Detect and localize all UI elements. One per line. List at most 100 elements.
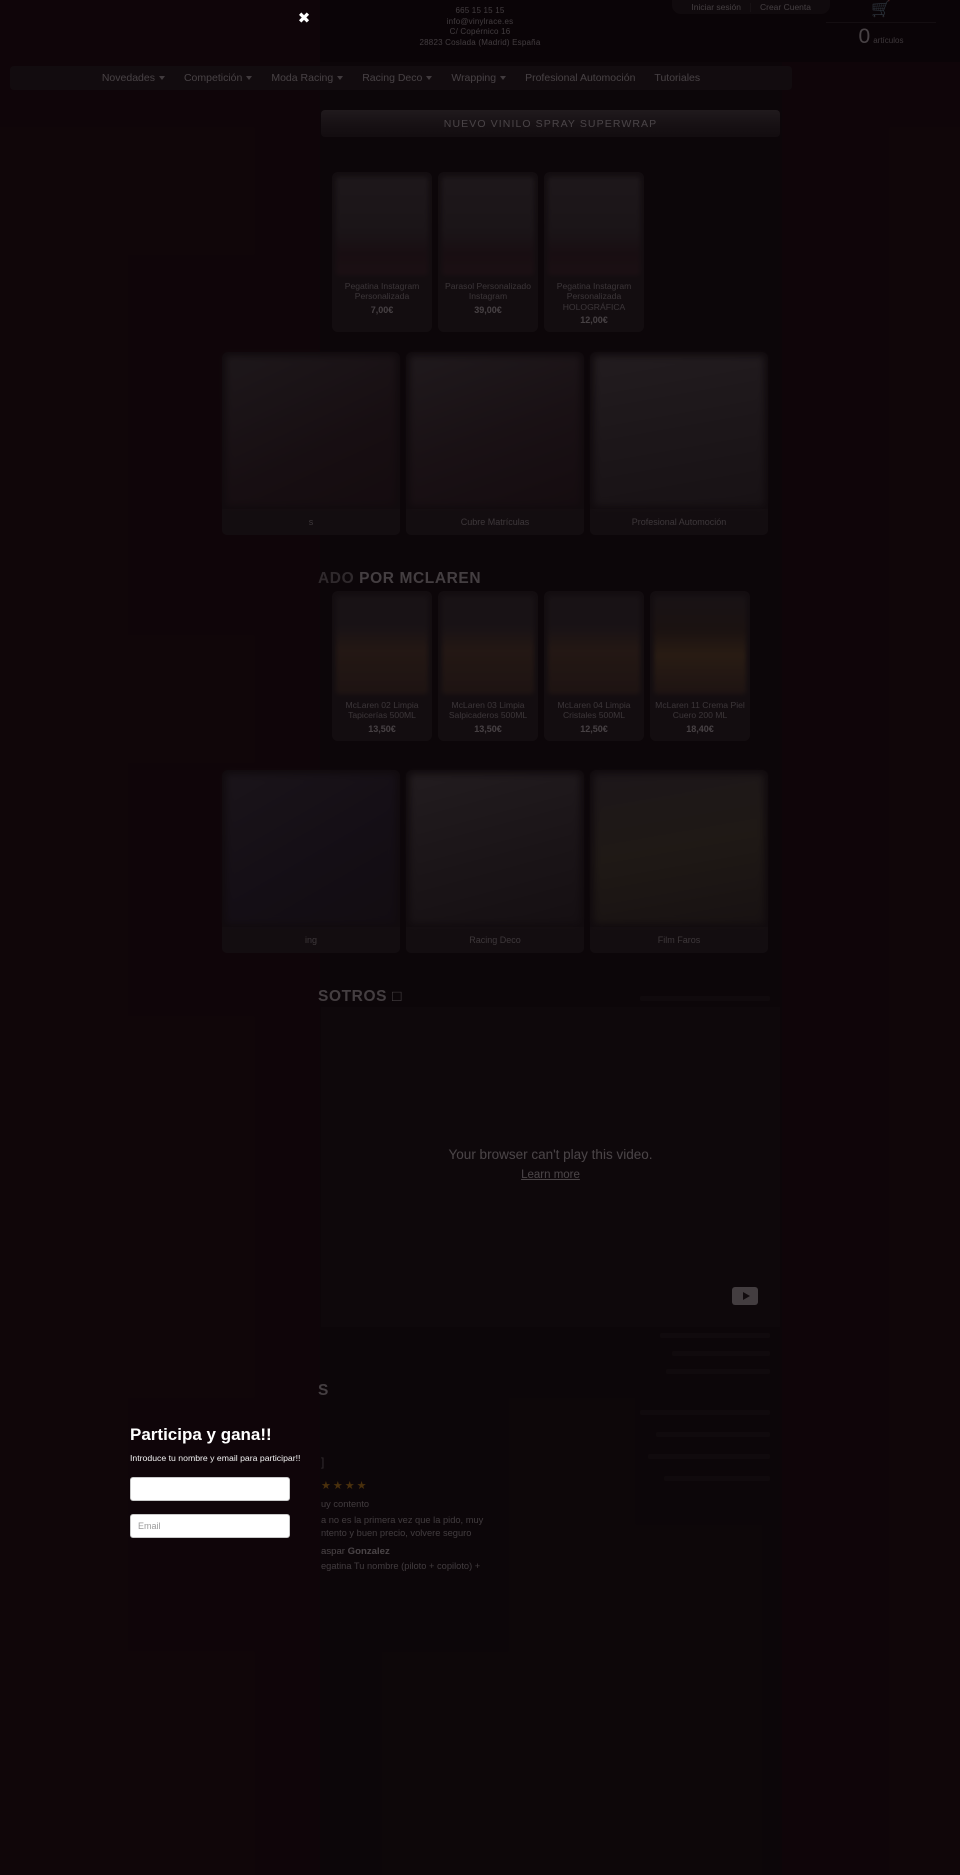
video-player[interactable]: Your browser can't play this video. Lear… — [321, 1007, 780, 1327]
cart-divider — [826, 22, 936, 23]
category-card[interactable]: Film Faros — [590, 770, 768, 953]
product-image — [548, 596, 640, 694]
product-image — [548, 177, 640, 275]
product-price: 13,50€ — [368, 723, 396, 734]
product-card[interactable]: McLaren 02 Limpia Tapicerías 500ML 13,50… — [332, 591, 432, 741]
category-row-2: ing Racing Deco Film Faros — [222, 770, 768, 953]
nav-item-novedades[interactable]: Novedades — [95, 72, 172, 84]
product-name: Pegatina Instagram Personalizada — [344, 281, 420, 302]
account-links: Iniciar sesión Crear Cuenta — [672, 0, 830, 14]
review-author: aspar Gonzalez — [321, 1546, 781, 1557]
review-text-line: a no es la primera vez que la pido, muy — [321, 1514, 484, 1525]
contact-info: 665 15 15 15 info@vinylrace.es C/ Copérn… — [320, 6, 640, 48]
category-card[interactable]: Racing Deco — [406, 770, 584, 953]
cart-icon: 🛒 — [871, 1, 891, 18]
product-name: Parasol Personalizado Instagram — [445, 281, 531, 302]
product-row-mclaren: McLaren 02 Limpia Tapicerías 500ML 13,50… — [332, 591, 750, 741]
section-heading-about: SOTROS □ — [318, 988, 402, 1006]
category-image — [410, 356, 580, 506]
product-card[interactable]: Pegatina Instagram Personalizada HOLOGRÁ… — [544, 172, 644, 332]
category-image — [226, 774, 396, 924]
nav-item-tutoriales[interactable]: Tutoriales — [647, 72, 707, 84]
play-icon[interactable] — [732, 1287, 758, 1305]
review-text-line: ntento y buen precio, volvere seguro — [321, 1528, 472, 1538]
heading-dim-part: ADO — [318, 570, 355, 587]
nav-item-wrapping[interactable]: Wrapping — [444, 72, 513, 84]
product-card[interactable]: McLaren 11 Crema Piel Cuero 200 ML 18,40… — [650, 591, 750, 741]
category-label: ing — [222, 927, 400, 953]
cart-count: 0 — [858, 25, 871, 48]
nav-label: Moda Racing — [271, 72, 334, 84]
email-input[interactable] — [130, 1514, 290, 1538]
chevron-down-icon — [426, 76, 433, 80]
street-address: C/ Copérnico 16 — [449, 27, 511, 36]
nav-label: Wrapping — [451, 72, 497, 84]
product-card[interactable]: McLaren 03 Limpia Salpicaderos 500ML 13,… — [438, 591, 538, 741]
product-card[interactable]: Pegatina Instagram Personalizada 7,00€ — [332, 172, 432, 332]
city-address: 28823 Coslada (Madrid) España — [419, 37, 541, 47]
play-triangle — [742, 1292, 750, 1300]
main-navigation: Novedades Competición Moda Racing Racing… — [10, 66, 792, 90]
product-price: 12,00€ — [580, 314, 608, 325]
review-product-line: egatina Tu nombre (piloto + copiloto) + — [321, 1560, 481, 1571]
footer-ghost-line — [656, 1432, 770, 1437]
product-image — [336, 596, 428, 694]
product-image — [336, 177, 428, 275]
product-card[interactable]: Parasol Personalizado Instagram 39,00€ — [438, 172, 538, 332]
phone-number: 665 15 15 15 — [455, 6, 505, 15]
category-image — [594, 356, 764, 506]
product-row-novedades: Pegatina Instagram Personalizada 7,00€ P… — [332, 172, 644, 332]
category-label: Profesional Automoción — [590, 509, 768, 535]
promo-banner[interactable]: NUEVO VINILO SPRAY SUPERWRAP — [321, 110, 780, 137]
giveaway-popup: Participa y gana!! Introduce tu nombre y… — [130, 1425, 310, 1538]
cart-widget[interactable]: 🛒 0 artículos — [826, 2, 936, 49]
footer-ghost-line — [640, 996, 770, 1001]
nav-label: Competición — [183, 72, 243, 84]
footer-ghost-line — [640, 1410, 770, 1415]
nav-item-moda-racing[interactable]: Moda Racing — [264, 72, 350, 84]
nav-label: Racing Deco — [362, 72, 423, 84]
category-label: Racing Deco — [406, 927, 584, 953]
product-price: 39,00€ — [474, 304, 502, 315]
login-link[interactable]: Iniciar sesión — [682, 2, 750, 12]
chevron-down-icon — [246, 76, 253, 80]
video-error-message: Your browser can't play this video. Lear… — [321, 1147, 780, 1183]
review-block: ] ★★★★ uy contento a no es la primera ve… — [321, 1455, 781, 1573]
product-name: Pegatina Instagram Personalizada HOLOGRÁ… — [556, 281, 632, 312]
video-error-text: Your browser can't play this video. — [448, 1147, 653, 1162]
category-card[interactable]: ing — [222, 770, 400, 953]
nav-item-racing-deco[interactable]: Racing Deco — [355, 72, 439, 84]
section-heading-reviews: S — [318, 1382, 329, 1400]
section-heading-mclaren: ADO POR MCLAREN — [318, 570, 481, 588]
category-card[interactable]: Profesional Automoción — [590, 352, 768, 535]
product-name: McLaren 11 Crema Piel Cuero 200 ML — [655, 700, 745, 721]
heading-bright-part: S — [318, 1382, 329, 1399]
category-row-1: s Cubre Matrículas Profesional Automoció… — [222, 352, 768, 535]
category-label: s — [222, 509, 400, 535]
email-address: info@vinylrace.es — [446, 16, 514, 26]
nav-item-competicion[interactable]: Competición — [177, 72, 259, 84]
product-name: McLaren 03 Limpia Salpicaderos 500ML — [448, 700, 528, 721]
heading-bright-part: POR MCLAREN — [359, 570, 482, 587]
category-label: Cubre Matrículas — [406, 509, 584, 535]
learn-more-link[interactable]: Learn more — [521, 1169, 580, 1181]
review-bracket: ] — [321, 1455, 325, 1469]
category-card[interactable]: Cubre Matrículas — [406, 352, 584, 535]
category-image — [594, 774, 764, 924]
name-input[interactable] — [130, 1477, 290, 1501]
product-card[interactable]: McLaren 04 Limpia Cristales 500ML 12,50€ — [544, 591, 644, 741]
product-image — [442, 596, 534, 694]
product-name: McLaren 04 Limpia Cristales 500ML — [557, 700, 631, 721]
product-name: McLaren 02 Limpia Tapicerías 500ML — [345, 700, 419, 721]
review-text-line: uy contento — [321, 1499, 370, 1509]
product-image — [654, 596, 746, 694]
popup-title: Participa y gana!! — [130, 1425, 272, 1444]
category-card[interactable]: s — [222, 352, 400, 535]
nav-item-profesional-automocion[interactable]: Profesional Automoción — [518, 72, 642, 84]
nav-label: Profesional Automoción — [525, 72, 636, 84]
cart-items-label: artículos — [873, 36, 904, 45]
close-icon[interactable]: ✖ — [296, 11, 312, 27]
register-link[interactable]: Crear Cuenta — [751, 2, 820, 12]
category-image — [226, 356, 396, 506]
chevron-down-icon — [158, 76, 165, 80]
